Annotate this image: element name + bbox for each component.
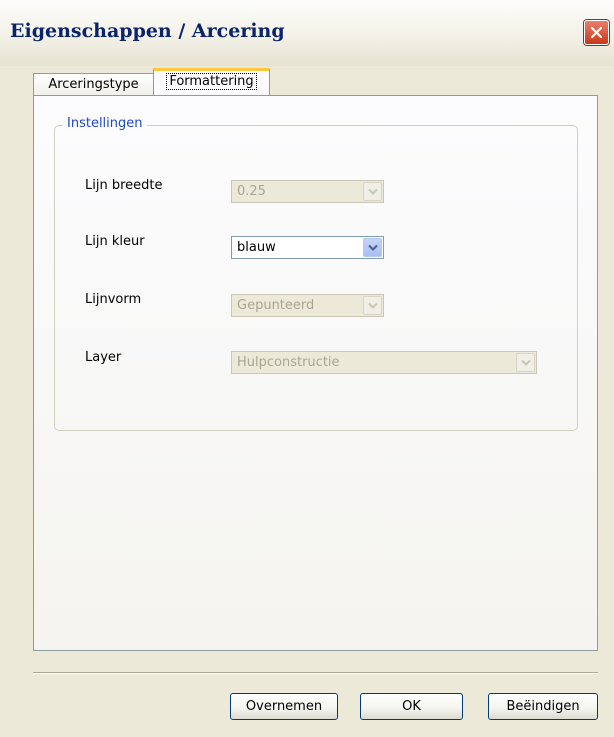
chevron-down-icon [368, 244, 378, 251]
separator [33, 672, 598, 674]
line-style-label: Lijnvorm [85, 292, 142, 307]
ok-button[interactable]: OK [360, 693, 463, 720]
window-title: Eigenschappen / Arcering [10, 20, 285, 42]
layer-select: Hulpconstructie [231, 351, 537, 374]
line-width-label: Lijn breedte [85, 178, 163, 193]
dropdown-button[interactable] [363, 238, 382, 257]
line-width-select: 0.25 [231, 180, 384, 203]
layer-value: Hulpconstructie [237, 355, 340, 370]
apply-button[interactable]: Overnemen [230, 693, 338, 720]
chevron-down-icon [368, 188, 378, 195]
close-dialog-button[interactable]: Beëindigen [488, 693, 598, 720]
line-color-select[interactable]: blauw [231, 236, 384, 259]
dropdown-button [516, 353, 535, 372]
chevron-down-icon [521, 359, 531, 366]
settings-group: Instellingen Lijn breedte 0.25 Lijn kleu… [54, 116, 578, 431]
tab-arceringstype[interactable]: Arceringstype [33, 73, 154, 96]
tab-label: Formattering [166, 73, 257, 90]
dropdown-button [363, 296, 382, 315]
dropdown-button [363, 182, 382, 201]
group-legend: Instellingen [63, 116, 147, 131]
tab-label: Arceringstype [48, 77, 139, 92]
line-color-label: Lijn kleur [85, 234, 145, 249]
layer-label: Layer [85, 350, 122, 365]
close-button[interactable] [584, 20, 609, 45]
line-style-value: Gepunteerd [237, 298, 315, 313]
chevron-down-icon [368, 302, 378, 309]
dialog-window: Eigenschappen / Arcering Arceringstype F… [0, 0, 614, 737]
title-bar[interactable]: Eigenschappen / Arcering [0, 0, 614, 66]
tab-formattering[interactable]: Formattering [153, 68, 270, 95]
line-color-value: blauw [237, 240, 276, 255]
line-style-select: Gepunteerd [231, 294, 384, 317]
tab-panel: Instellingen Lijn breedte 0.25 Lijn kleu… [33, 95, 598, 651]
line-width-value: 0.25 [237, 184, 266, 199]
close-x-icon [590, 26, 603, 39]
